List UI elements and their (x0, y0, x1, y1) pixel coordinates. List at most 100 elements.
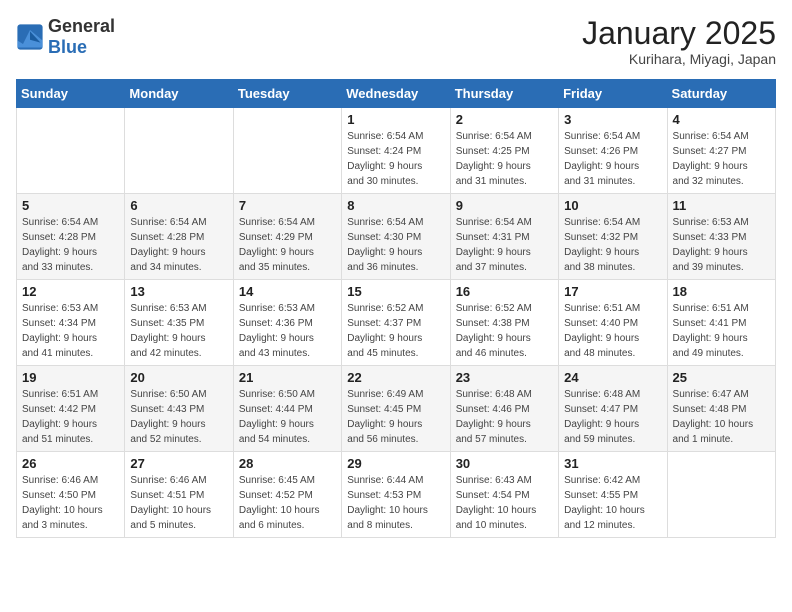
day-info: Sunrise: 6:42 AM Sunset: 4:55 PM Dayligh… (564, 473, 661, 533)
day-info: Sunrise: 6:54 AM Sunset: 4:28 PM Dayligh… (22, 215, 119, 275)
day-number: 27 (130, 456, 227, 471)
calendar-week-row: 12 Sunrise: 6:53 AM Sunset: 4:34 PM Dayli… (17, 280, 776, 366)
day-number: 20 (130, 370, 227, 385)
day-info: Sunrise: 6:44 AM Sunset: 4:53 PM Dayligh… (347, 473, 444, 533)
calendar-cell: 24 Sunrise: 6:48 AM Sunset: 4:47 PM Dayli… (559, 366, 667, 452)
calendar-cell: 5 Sunrise: 6:54 AM Sunset: 4:28 PM Daylig… (17, 194, 125, 280)
calendar-cell: 16Sunrise: 6:52 AM Sunset: 4:38 PM Dayli… (450, 280, 558, 366)
title-block: January 2025 Kurihara, Miyagi, Japan (582, 16, 776, 67)
calendar-cell: 20 Sunrise: 6:50 AM Sunset: 4:43 PM Dayli… (125, 366, 233, 452)
logo-text: General Blue (48, 16, 115, 58)
day-number: 30 (456, 456, 553, 471)
day-number: 9 (456, 198, 553, 213)
day-info: Sunrise: 6:48 AM Sunset: 4:46 PM Dayligh… (456, 387, 553, 447)
day-number: 8 (347, 198, 444, 213)
day-number: 1 (347, 112, 444, 127)
calendar-cell: 18 Sunrise: 6:51 AM Sunset: 4:41 PM Dayli… (667, 280, 775, 366)
calendar-cell: 6 Sunrise: 6:54 AM Sunset: 4:28 PM Daylig… (125, 194, 233, 280)
page-header: General Blue January 2025 Kurihara, Miya… (16, 16, 776, 67)
day-number: 31 (564, 456, 661, 471)
month-title: January 2025 (582, 16, 776, 51)
calendar-cell (667, 452, 775, 538)
day-number: 5 (22, 198, 119, 213)
day-info: Sunrise: 6:54 AM Sunset: 4:28 PM Dayligh… (130, 215, 227, 275)
day-number: 11 (673, 198, 770, 213)
day-number: 24 (564, 370, 661, 385)
day-info: Sunrise: 6:54 AM Sunset: 4:32 PM Dayligh… (564, 215, 661, 275)
day-info: Sunrise: 6:53 AM Sunset: 4:34 PM Dayligh… (22, 301, 119, 361)
calendar-cell (17, 108, 125, 194)
day-info: Sunrise: 6:54 AM Sunset: 4:31 PM Dayligh… (456, 215, 553, 275)
day-number: 14 (239, 284, 336, 299)
day-number: 16 (456, 284, 553, 299)
calendar-week-row: 26Sunrise: 6:46 AM Sunset: 4:50 PM Dayli… (17, 452, 776, 538)
calendar-cell (233, 108, 341, 194)
day-number: 4 (673, 112, 770, 127)
day-number: 28 (239, 456, 336, 471)
calendar-cell: 30 Sunrise: 6:43 AM Sunset: 4:54 PM Dayli… (450, 452, 558, 538)
weekday-header-tuesday: Tuesday (233, 80, 341, 108)
logo: General Blue (16, 16, 115, 58)
calendar-cell: 21 Sunrise: 6:50 AM Sunset: 4:44 PM Dayli… (233, 366, 341, 452)
day-info: Sunrise: 6:43 AM Sunset: 4:54 PM Dayligh… (456, 473, 553, 533)
calendar-week-row: 5 Sunrise: 6:54 AM Sunset: 4:28 PM Daylig… (17, 194, 776, 280)
weekday-header-monday: Monday (125, 80, 233, 108)
day-number: 6 (130, 198, 227, 213)
day-number: 18 (673, 284, 770, 299)
weekday-header-row: SundayMondayTuesdayWednesdayThursdayFrid… (17, 80, 776, 108)
calendar-cell: 7 Sunrise: 6:54 AM Sunset: 4:29 PM Daylig… (233, 194, 341, 280)
day-info: Sunrise: 6:53 AM Sunset: 4:36 PM Dayligh… (239, 301, 336, 361)
day-number: 12 (22, 284, 119, 299)
day-number: 19 (22, 370, 119, 385)
day-number: 22 (347, 370, 444, 385)
day-info: Sunrise: 6:54 AM Sunset: 4:26 PM Dayligh… (564, 129, 661, 189)
day-info: Sunrise: 6:51 AM Sunset: 4:42 PM Dayligh… (22, 387, 119, 447)
logo-icon (16, 23, 44, 51)
weekday-header-saturday: Saturday (667, 80, 775, 108)
calendar-cell: 26Sunrise: 6:46 AM Sunset: 4:50 PM Dayli… (17, 452, 125, 538)
calendar-cell: 29Sunrise: 6:44 AM Sunset: 4:53 PM Dayli… (342, 452, 450, 538)
calendar-week-row: 19 Sunrise: 6:51 AM Sunset: 4:42 PM Dayli… (17, 366, 776, 452)
calendar-cell: 1Sunrise: 6:54 AM Sunset: 4:24 PM Daylig… (342, 108, 450, 194)
calendar-cell: 15 Sunrise: 6:52 AM Sunset: 4:37 PM Dayli… (342, 280, 450, 366)
day-number: 25 (673, 370, 770, 385)
day-number: 17 (564, 284, 661, 299)
day-info: Sunrise: 6:54 AM Sunset: 4:27 PM Dayligh… (673, 129, 770, 189)
day-info: Sunrise: 6:53 AM Sunset: 4:33 PM Dayligh… (673, 215, 770, 275)
logo-blue: Blue (48, 37, 87, 57)
calendar-cell: 22Sunrise: 6:49 AM Sunset: 4:45 PM Dayli… (342, 366, 450, 452)
calendar-cell: 19 Sunrise: 6:51 AM Sunset: 4:42 PM Dayli… (17, 366, 125, 452)
calendar-cell: 14 Sunrise: 6:53 AM Sunset: 4:36 PM Dayli… (233, 280, 341, 366)
calendar-cell: 31 Sunrise: 6:42 AM Sunset: 4:55 PM Dayli… (559, 452, 667, 538)
calendar-cell: 11 Sunrise: 6:53 AM Sunset: 4:33 PM Dayli… (667, 194, 775, 280)
day-info: Sunrise: 6:48 AM Sunset: 4:47 PM Dayligh… (564, 387, 661, 447)
calendar-table: SundayMondayTuesdayWednesdayThursdayFrid… (16, 79, 776, 538)
calendar-cell: 4 Sunrise: 6:54 AM Sunset: 4:27 PM Daylig… (667, 108, 775, 194)
calendar-cell: 25 Sunrise: 6:47 AM Sunset: 4:48 PM Dayli… (667, 366, 775, 452)
calendar-cell: 2 Sunrise: 6:54 AM Sunset: 4:25 PM Daylig… (450, 108, 558, 194)
calendar-cell: 13Sunrise: 6:53 AM Sunset: 4:35 PM Dayli… (125, 280, 233, 366)
day-number: 21 (239, 370, 336, 385)
calendar-cell: 9 Sunrise: 6:54 AM Sunset: 4:31 PM Daylig… (450, 194, 558, 280)
day-info: Sunrise: 6:46 AM Sunset: 4:51 PM Dayligh… (130, 473, 227, 533)
logo-general: General (48, 16, 115, 36)
day-number: 7 (239, 198, 336, 213)
calendar-cell: 10 Sunrise: 6:54 AM Sunset: 4:32 PM Dayli… (559, 194, 667, 280)
calendar-cell: 27 Sunrise: 6:46 AM Sunset: 4:51 PM Dayli… (125, 452, 233, 538)
location-title: Kurihara, Miyagi, Japan (582, 51, 776, 67)
day-info: Sunrise: 6:54 AM Sunset: 4:30 PM Dayligh… (347, 215, 444, 275)
day-info: Sunrise: 6:52 AM Sunset: 4:37 PM Dayligh… (347, 301, 444, 361)
day-info: Sunrise: 6:54 AM Sunset: 4:25 PM Dayligh… (456, 129, 553, 189)
day-number: 15 (347, 284, 444, 299)
day-number: 10 (564, 198, 661, 213)
day-info: Sunrise: 6:47 AM Sunset: 4:48 PM Dayligh… (673, 387, 770, 447)
calendar-cell: 23Sunrise: 6:48 AM Sunset: 4:46 PM Dayli… (450, 366, 558, 452)
calendar-cell: 12 Sunrise: 6:53 AM Sunset: 4:34 PM Dayli… (17, 280, 125, 366)
day-info: Sunrise: 6:50 AM Sunset: 4:43 PM Dayligh… (130, 387, 227, 447)
day-info: Sunrise: 6:50 AM Sunset: 4:44 PM Dayligh… (239, 387, 336, 447)
day-info: Sunrise: 6:54 AM Sunset: 4:29 PM Dayligh… (239, 215, 336, 275)
day-info: Sunrise: 6:45 AM Sunset: 4:52 PM Dayligh… (239, 473, 336, 533)
calendar-cell: 8 Sunrise: 6:54 AM Sunset: 4:30 PM Daylig… (342, 194, 450, 280)
day-number: 2 (456, 112, 553, 127)
day-info: Sunrise: 6:51 AM Sunset: 4:41 PM Dayligh… (673, 301, 770, 361)
